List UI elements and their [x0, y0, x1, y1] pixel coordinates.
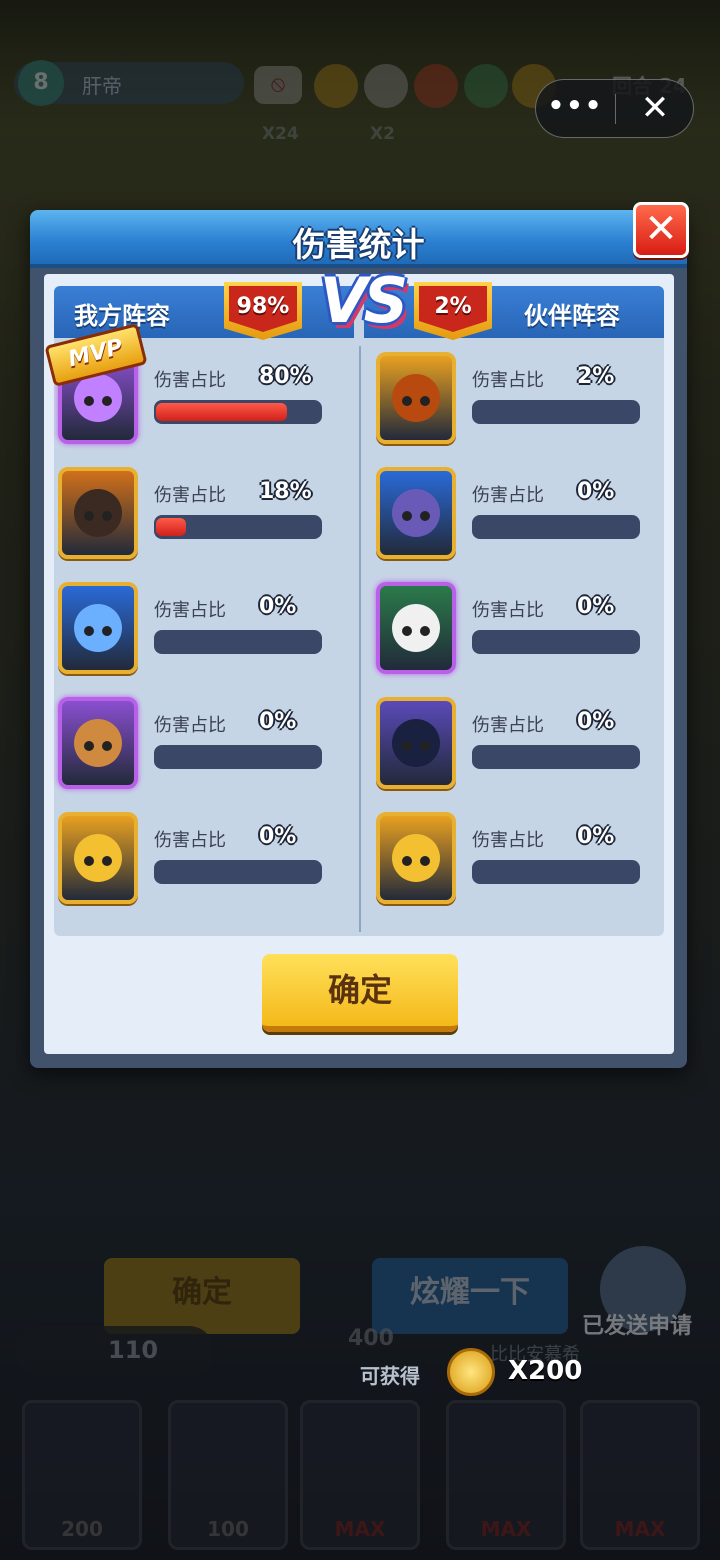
right-hero-row: 伤害占比 0% [372, 808, 672, 918]
game-screen: 8 肝帝 ⦸ 回合 24 X24 X2 确定 炫耀一下 已发送申请 110 40… [0, 0, 720, 1560]
damage-share-value: 0% [259, 709, 297, 734]
damage-progress-bar [154, 630, 322, 654]
hero-face-icon [74, 489, 122, 537]
right-hero-row: 伤害占比 0% [372, 463, 672, 573]
vs-emblem: VS [319, 264, 409, 337]
can-get-label: 可获得 [360, 1364, 420, 1388]
right-hero-row: 伤害占比 0% [372, 578, 672, 688]
hero-portrait[interactable] [58, 697, 138, 789]
dialog-header: 伤害统计 [30, 210, 687, 268]
damage-share-label: 伤害占比 [472, 370, 544, 391]
hero-portrait[interactable] [376, 812, 456, 904]
reward-amount: X200 [508, 1356, 583, 1386]
hero-portrait[interactable] [376, 582, 456, 674]
damage-progress-bar [472, 745, 640, 769]
damage-progress-bar [472, 630, 640, 654]
left-hero-row: 伤害占比 0% [54, 693, 354, 803]
dialog-close-button[interactable]: ✕ [633, 202, 689, 258]
coin-icon [447, 1348, 495, 1396]
damage-share-label: 伤害占比 [472, 830, 544, 851]
hero-face-icon [392, 489, 440, 537]
dialog-title: 伤害统计 [292, 225, 425, 264]
damage-share-value: 0% [577, 709, 615, 734]
hero-face-icon [392, 374, 440, 422]
left-hero-row: 伤害占比 0% [54, 808, 354, 918]
damage-share-value: 80% [259, 364, 312, 389]
my-team-header: 我方阵容 98% [54, 282, 354, 340]
hero-portrait[interactable] [58, 467, 138, 559]
left-hero-row: 伤害占比 80% MVP [44, 323, 354, 458]
damage-share-label: 伤害占比 [154, 600, 226, 621]
damage-stats-dialog: 伤害统计 ✕ 我方阵容 98% 2% 伙伴阵容 VS 伤害占比 80% MVP … [30, 202, 689, 1068]
hero-portrait[interactable] [376, 697, 456, 789]
dialog-body: 我方阵容 98% 2% 伙伴阵容 VS 伤害占比 80% MVP 伤害占比 18% 伤害占… [44, 264, 674, 1054]
damage-share-value: 0% [577, 594, 615, 619]
damage-share-value: 18% [259, 479, 312, 504]
damage-progress-bar [472, 860, 640, 884]
left-hero-row: 伤害占比 0% [54, 578, 354, 688]
damage-share-label: 伤害占比 [154, 830, 226, 851]
damage-progress-fill [156, 403, 287, 421]
left-hero-row: 伤害占比 18% [54, 463, 354, 573]
hero-face-icon [392, 834, 440, 882]
hero-portrait[interactable] [58, 582, 138, 674]
damage-share-value: 2% [577, 364, 615, 389]
hero-face-icon [74, 374, 122, 422]
hero-face-icon [74, 834, 122, 882]
hero-face-icon [392, 604, 440, 652]
damage-share-label: 伤害占比 [472, 485, 544, 506]
right-hero-row: 伤害占比 0% [372, 693, 672, 803]
damage-progress-bar [154, 515, 322, 539]
partner-team-pct: 2% [434, 294, 472, 319]
damage-share-value: 0% [577, 824, 615, 849]
damage-share-value: 0% [577, 479, 615, 504]
partner-team-name: 伙伴阵容 [524, 302, 620, 330]
hero-portrait[interactable] [58, 812, 138, 904]
confirm-button[interactable]: 确定 [262, 954, 458, 1032]
hero-portrait[interactable] [376, 352, 456, 444]
damage-progress-bar [154, 745, 322, 769]
damage-share-label: 伤害占比 [472, 715, 544, 736]
damage-progress-bar [154, 860, 322, 884]
damage-progress-bar [472, 400, 640, 424]
damage-progress-bar [472, 515, 640, 539]
damage-share-label: 伤害占比 [472, 600, 544, 621]
damage-progress-bar [154, 400, 322, 424]
stats-panel: 我方阵容 98% 2% 伙伴阵容 VS 伤害占比 80% MVP 伤害占比 18% 伤害占… [44, 264, 664, 936]
hero-face-icon [74, 719, 122, 767]
team-divider [359, 346, 361, 932]
more-icon[interactable]: ••• [536, 80, 615, 137]
damage-share-value: 0% [259, 594, 297, 619]
damage-share-label: 伤害占比 [154, 485, 226, 506]
hero-portrait[interactable] [376, 467, 456, 559]
damage-share-value: 0% [259, 824, 297, 849]
close-icon[interactable]: ✕ [616, 80, 694, 137]
my-team-pct: 98% [236, 294, 290, 319]
hero-face-icon [392, 719, 440, 767]
hero-face-icon [74, 604, 122, 652]
right-hero-row: 伤害占比 2% [372, 348, 672, 458]
damage-share-label: 伤害占比 [154, 715, 226, 736]
my-team-pct-flag: 98% [224, 282, 302, 340]
damage-progress-fill [156, 518, 186, 536]
partner-team-pct-flag: 2% [414, 282, 492, 340]
damage-share-label: 伤害占比 [154, 370, 226, 391]
miniprogram-capsule: ••• ✕ [535, 79, 694, 138]
